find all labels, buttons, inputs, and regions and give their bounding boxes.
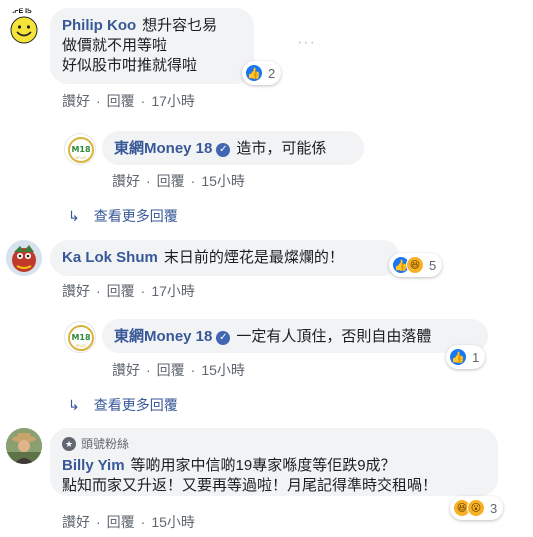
svg-text:M18: M18: [71, 333, 91, 342]
svg-text:M18: M18: [71, 145, 91, 154]
reply-arrow-icon: ↳: [68, 396, 80, 413]
like-link[interactable]: 讚好: [62, 281, 90, 301]
like-link[interactable]: 讚好: [112, 171, 140, 191]
reply-actions: 讚好 · 回覆 · 15小時: [112, 360, 245, 380]
top-fan-star-icon: ★: [62, 437, 76, 451]
top-fan-badge: ★ 頭號粉絲: [62, 434, 486, 454]
comment-author[interactable]: Ka Lok Shum: [62, 249, 158, 266]
money18-logo-icon: M18 on.cc: [68, 137, 94, 163]
reply-arrow-icon: ↳: [68, 207, 80, 224]
reply-link[interactable]: 回覆: [157, 360, 185, 380]
reply-text: 一定有人頂住，否則自由落體: [236, 328, 432, 345]
top-fan-label: 頭號粉絲: [81, 437, 130, 451]
separator: ·: [96, 283, 101, 299]
svg-text:on.cc: on.cc: [76, 155, 87, 160]
comment-bubble: ★ 頭號粉絲 Billy Yim 等啲用家中信啲19專家喺度等佢跌9成？ 點知而家…: [50, 428, 498, 496]
reaction-summary[interactable]: 👍 1: [446, 345, 486, 369]
view-more-replies-label: 查看更多回覆: [93, 208, 178, 224]
separator: ·: [190, 362, 196, 378]
separator: ·: [140, 93, 146, 109]
separator: ·: [96, 93, 101, 109]
comment-actions: 讚好 · 回覆 · 17小時: [62, 91, 195, 111]
comment-text-line: 想升容乜易: [142, 17, 218, 34]
comment-actions: 讚好 · 回覆 · 17小時: [62, 281, 195, 301]
verified-badge-icon: ✓: [216, 331, 231, 345]
reply-author[interactable]: 東網Money 18: [114, 140, 212, 157]
separator: ·: [140, 283, 146, 299]
reaction-summary[interactable]: 😆 😮 3: [450, 496, 504, 520]
timestamp-link[interactable]: 15小時: [201, 171, 245, 191]
comment-text-line: 好似股市咁推就得啦: [62, 57, 198, 74]
timestamp-link[interactable]: 17小時: [151, 91, 195, 111]
person-avatar-icon: [6, 428, 42, 464]
reply-link[interactable]: 回覆: [107, 91, 135, 111]
avatar-ka-lok-shum[interactable]: [6, 240, 42, 276]
svg-text:on.cc: on.cc: [76, 343, 87, 348]
money18-logo-icon: M18 on.cc: [68, 325, 94, 351]
view-more-replies[interactable]: ↳ 查看更多回覆: [68, 206, 178, 226]
reply-text: 造市，可能係: [236, 140, 327, 157]
separator: ·: [146, 362, 151, 378]
more-options-icon[interactable]: ···: [297, 34, 316, 52]
comment-text-line: 做價就不用等啦: [62, 37, 168, 54]
comment-text: 末日前的煙花是最燦爛的！: [163, 249, 344, 266]
avatar-philip-koo[interactable]: LIFE IS: [6, 8, 42, 44]
view-more-replies-label: 查看更多回覆: [93, 397, 178, 413]
view-more-replies[interactable]: ↳ 查看更多回覆: [68, 395, 178, 415]
comment-text-line: 等啲用家中信啲19專家喺度等佢跌9成？: [130, 457, 396, 474]
verified-badge-icon: ✓: [216, 143, 231, 157]
separator: ·: [96, 514, 101, 530]
reaction-count: 5: [429, 257, 437, 273]
comment-actions: 讚好 · 回覆 · 15小時: [62, 512, 195, 532]
timestamp-link[interactable]: 17小時: [151, 281, 195, 301]
reply-bubble: 東網Money 18 ✓ 一定有人頂住，否則自由落體: [102, 319, 488, 353]
reaction-count: 3: [490, 500, 498, 516]
reply-bubble: 東網Money 18 ✓ 造市，可能係: [102, 131, 364, 165]
avatar-billy-yim[interactable]: [6, 428, 42, 464]
comment-author[interactable]: Philip Koo: [62, 17, 136, 34]
reaction-count: 2: [268, 65, 276, 81]
avatar-money18[interactable]: M18 on.cc: [64, 321, 96, 353]
comment-author[interactable]: Billy Yim: [62, 457, 125, 474]
timestamp-link[interactable]: 15小時: [201, 360, 245, 380]
timestamp-link[interactable]: 15小時: [151, 512, 195, 532]
reply-actions: 讚好 · 回覆 · 15小時: [112, 171, 245, 191]
separator: ·: [190, 173, 196, 189]
reaction-summary[interactable]: 👍 😆 5: [389, 253, 443, 277]
comment-bubble: Philip Koo 想升容乜易 做價就不用等啦 好似股市咁推就得啦: [50, 8, 254, 84]
character-avatar-icon: [6, 240, 42, 276]
like-reaction-icon: 👍: [245, 64, 263, 82]
wow-reaction-icon: 😮: [467, 499, 485, 517]
avatar-badge-text: LIFE IS: [8, 8, 32, 15]
like-reaction-icon: 👍: [449, 348, 467, 366]
reply-author[interactable]: 東網Money 18: [114, 328, 212, 345]
haha-reaction-icon: 😆: [406, 256, 424, 274]
reply-link[interactable]: 回覆: [107, 512, 135, 532]
separator: ·: [140, 514, 146, 530]
avatar-money18[interactable]: M18 on.cc: [64, 133, 96, 165]
reply-link[interactable]: 回覆: [107, 281, 135, 301]
like-link[interactable]: 讚好: [112, 360, 140, 380]
reaction-summary[interactable]: 👍 2: [242, 61, 282, 85]
separator: ·: [146, 173, 151, 189]
like-link[interactable]: 讚好: [62, 91, 90, 111]
comment-text-line: 點知而家又升返！又要再等過啦！月尾記得準時交租喎！: [62, 477, 438, 494]
reply-link[interactable]: 回覆: [157, 171, 185, 191]
comment-bubble: Ka Lok Shum 末日前的煙花是最燦爛的！: [50, 240, 400, 276]
like-link[interactable]: 讚好: [62, 512, 90, 532]
reaction-count: 1: [472, 349, 480, 365]
